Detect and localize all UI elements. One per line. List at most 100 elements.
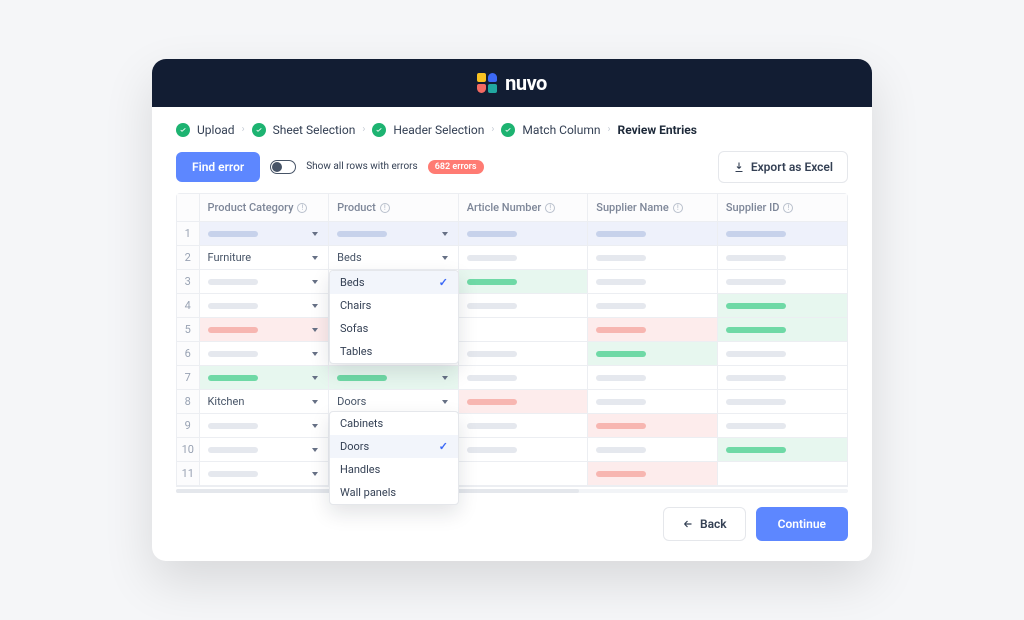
step-check-icon	[501, 123, 515, 137]
column-header[interactable]: Product Category!	[199, 194, 329, 222]
step-label[interactable]: Sheet Selection	[273, 123, 356, 137]
table-row: 6	[177, 342, 847, 366]
check-icon: ✓	[439, 440, 448, 453]
table-cell[interactable]: Furniture	[199, 246, 329, 270]
placeholder-bar	[208, 351, 258, 357]
chevron-down-icon	[312, 448, 318, 452]
dropdown-option[interactable]: Beds✓	[330, 271, 458, 294]
table-row: 5	[177, 318, 847, 342]
info-icon[interactable]: !	[545, 203, 555, 213]
table-cell	[588, 438, 718, 462]
table-cell[interactable]: Kitchen	[199, 390, 329, 414]
dropdown-option[interactable]: Handles	[330, 458, 458, 481]
table-cell[interactable]	[199, 222, 329, 246]
table-cell	[458, 462, 588, 486]
chevron-down-icon	[442, 232, 448, 236]
placeholder-bar	[596, 375, 646, 381]
table-cell	[717, 222, 847, 246]
info-icon[interactable]: !	[783, 203, 793, 213]
arrow-left-icon	[682, 518, 694, 530]
column-header[interactable]: Article Number!	[458, 194, 588, 222]
dropdown-option[interactable]: Cabinets	[330, 412, 458, 435]
table-cell[interactable]	[329, 222, 459, 246]
placeholder-bar	[208, 279, 258, 285]
chevron-down-icon	[312, 256, 318, 260]
table-cell[interactable]	[199, 414, 329, 438]
step-label[interactable]: Upload	[197, 123, 235, 137]
table-cell	[458, 294, 588, 318]
placeholder-bar	[726, 447, 786, 453]
placeholder-bar	[726, 231, 786, 237]
info-icon[interactable]: !	[297, 203, 307, 213]
table-row: 4	[177, 294, 847, 318]
dropdown-option-label: Sofas	[340, 322, 368, 335]
column-header[interactable]: Supplier ID!	[717, 194, 847, 222]
table-cell[interactable]	[199, 342, 329, 366]
export-excel-button[interactable]: Export as Excel	[718, 151, 848, 183]
continue-button[interactable]: Continue	[756, 507, 848, 541]
table-cell[interactable]	[329, 366, 459, 390]
table-cell	[588, 270, 718, 294]
placeholder-bar	[726, 279, 786, 285]
step-label[interactable]: Match Column	[522, 123, 600, 137]
info-icon[interactable]: !	[380, 203, 390, 213]
dropdown-option[interactable]: Chairs	[330, 294, 458, 317]
chevron-down-icon	[312, 232, 318, 236]
cell-text: Kitchen	[208, 395, 245, 408]
placeholder-bar	[726, 351, 786, 357]
row-number-cell: 11	[177, 462, 199, 486]
column-header-label: Article Number	[467, 201, 542, 214]
app-card: nuvo Upload›Sheet Selection›Header Selec…	[152, 59, 872, 562]
info-icon[interactable]: !	[673, 203, 683, 213]
table-cell	[717, 438, 847, 462]
show-errors-toggle[interactable]	[270, 160, 296, 174]
placeholder-bar	[467, 231, 517, 237]
chevron-down-icon	[442, 400, 448, 404]
cell-text: Doors	[337, 395, 366, 408]
find-error-button[interactable]: Find error	[176, 152, 260, 182]
table-cell[interactable]	[199, 270, 329, 294]
table-cell[interactable]	[199, 294, 329, 318]
table-cell	[458, 318, 588, 342]
row-number-cell: 10	[177, 438, 199, 462]
back-button[interactable]: Back	[663, 507, 746, 541]
placeholder-bar	[467, 279, 517, 285]
column-header[interactable]: Supplier Name!	[588, 194, 718, 222]
column-header[interactable]: Product!	[329, 194, 459, 222]
placeholder-bar	[467, 423, 517, 429]
product-dropdown-panel-2[interactable]: Cabinets Doors ✓ HandlesWall panels	[329, 411, 459, 505]
placeholder-bar	[596, 447, 646, 453]
table-cell[interactable]	[199, 438, 329, 462]
placeholder-bar	[208, 471, 258, 477]
chevron-right-icon: ›	[362, 124, 365, 135]
table-cell	[717, 366, 847, 390]
dropdown-option[interactable]: Sofas	[330, 317, 458, 340]
placeholder-bar	[467, 399, 517, 405]
table-cell	[717, 342, 847, 366]
table-cell[interactable]	[199, 318, 329, 342]
placeholder-bar	[726, 303, 786, 309]
check-icon: ✓	[439, 276, 448, 289]
dropdown-option[interactable]: Tables	[330, 340, 458, 363]
table-cell[interactable]	[199, 462, 329, 486]
dropdown-option[interactable]: Wall panels	[330, 481, 458, 504]
dropdown-option-label: Cabinets	[340, 417, 383, 430]
row-number-cell: 5	[177, 318, 199, 342]
horizontal-scrollbar[interactable]	[176, 489, 848, 493]
dropdown-option-label: Doors	[340, 440, 369, 453]
row-number-cell: 6	[177, 342, 199, 366]
table-cell[interactable]	[199, 366, 329, 390]
cell-text: Furniture	[208, 251, 252, 264]
logo-text: nuvo	[505, 71, 547, 95]
step-label[interactable]: Header Selection	[393, 123, 484, 137]
dropdown-option[interactable]: Doors ✓	[330, 435, 458, 458]
table-cell	[717, 414, 847, 438]
row-number-cell: 1	[177, 222, 199, 246]
table-cell	[588, 342, 718, 366]
table-cell	[717, 246, 847, 270]
table-cell	[717, 462, 847, 486]
product-dropdown-panel-1[interactable]: Beds✓Chairs Sofas Tables	[329, 270, 459, 364]
table-cell[interactable]: Beds	[329, 246, 459, 270]
row-number-cell: 2	[177, 246, 199, 270]
placeholder-bar	[726, 375, 786, 381]
